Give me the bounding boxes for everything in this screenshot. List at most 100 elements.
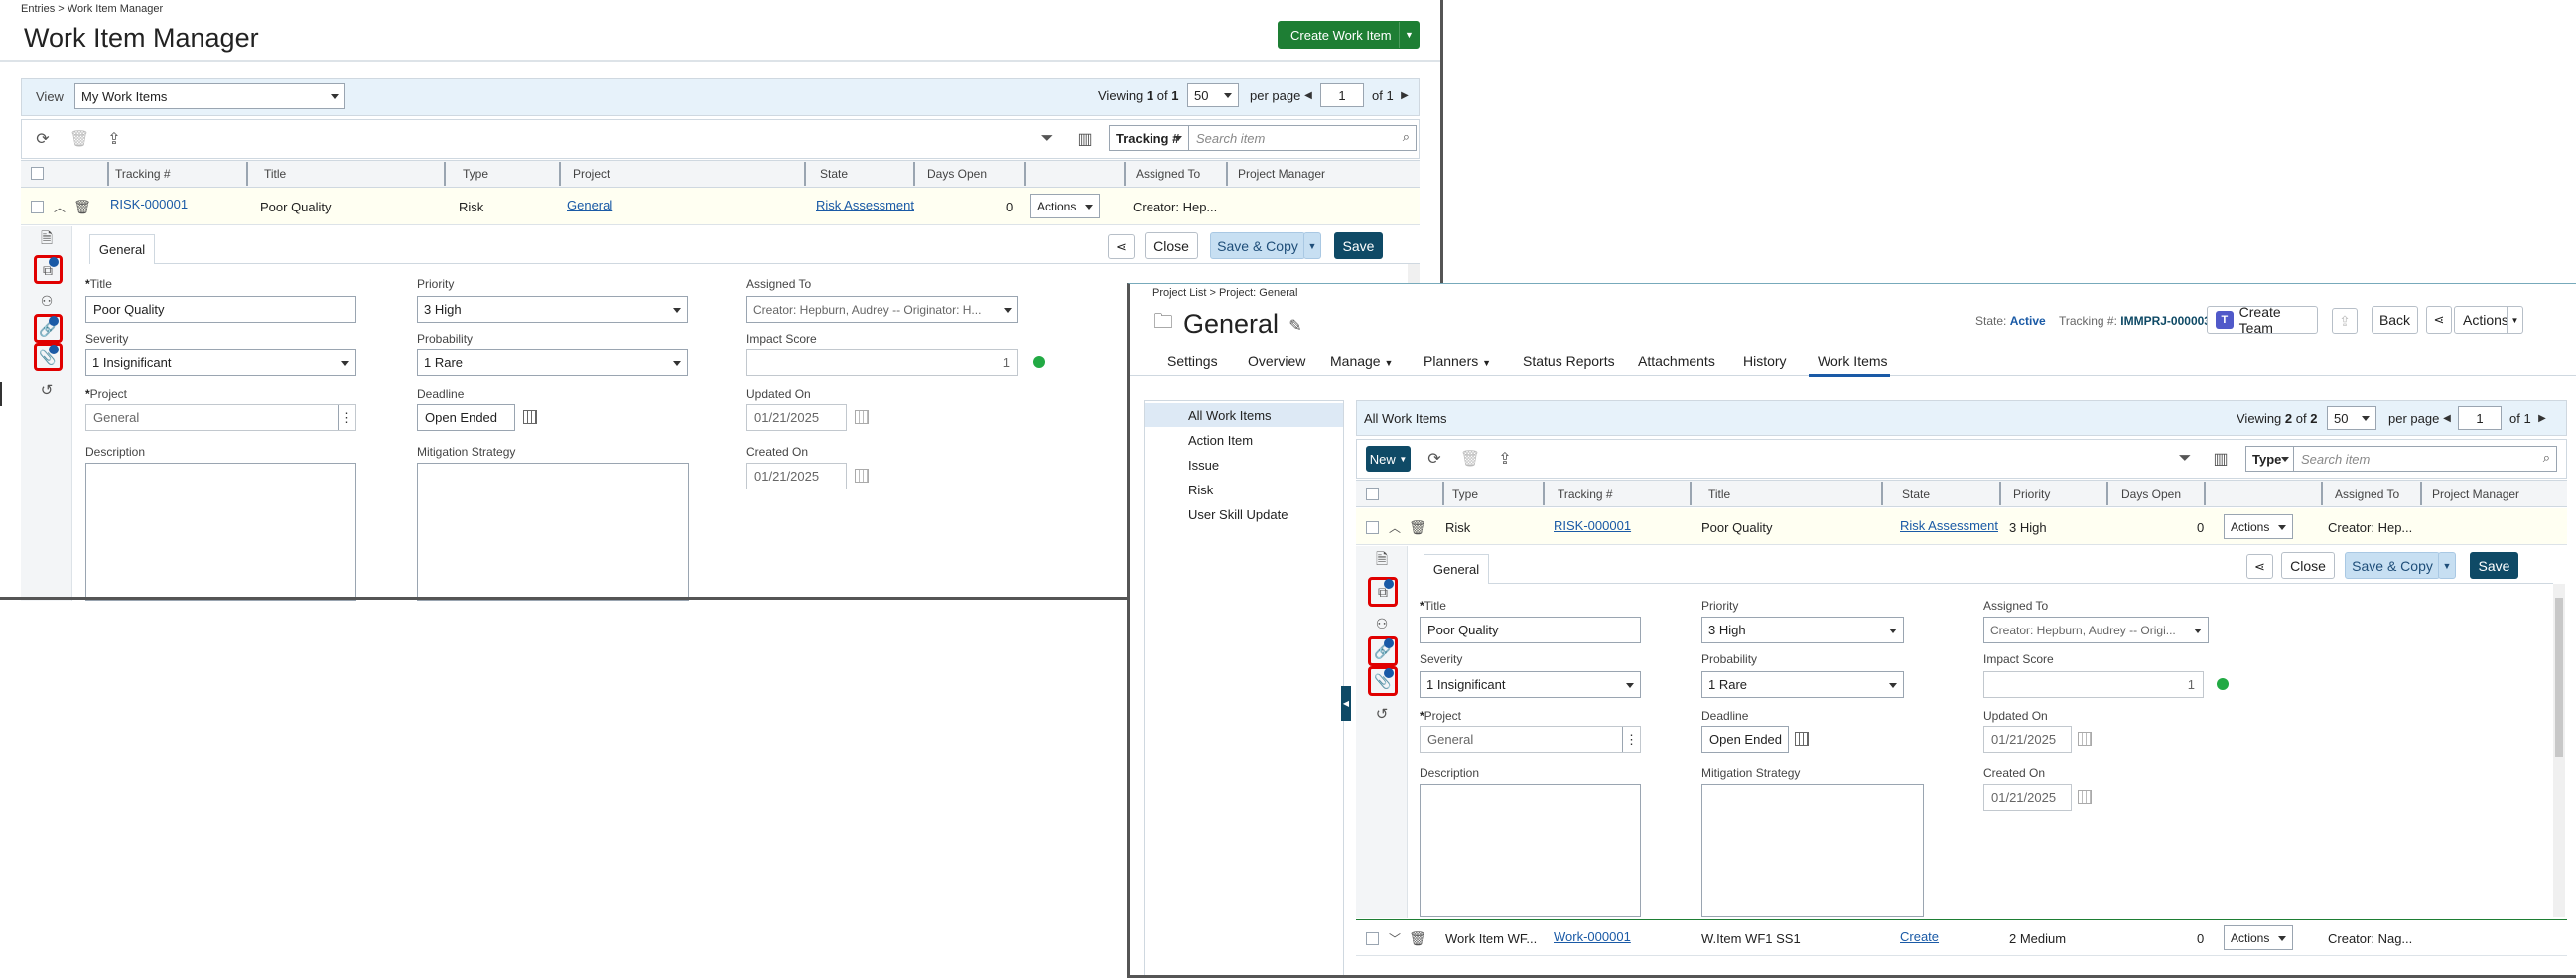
project-field[interactable]: General ⋮ xyxy=(85,404,356,431)
tab-attachments[interactable]: Attachments xyxy=(1638,353,1715,369)
assigned-select[interactable]: Creator: Hepburn, Audrey -- Origi... xyxy=(1983,617,2209,643)
column-separator[interactable] xyxy=(1124,162,1126,186)
breadcrumb[interactable]: Entries > Work Item Manager xyxy=(21,3,163,15)
more-options-icon[interactable]: ⋮ xyxy=(338,405,355,430)
column-separator[interactable] xyxy=(1543,482,1545,505)
scrollbar-thumb[interactable] xyxy=(2555,598,2563,757)
deadline-field[interactable]: Open Ended xyxy=(1701,726,1789,753)
actions-button[interactable]: Actions ▼ xyxy=(2454,306,2523,334)
delete-row-icon[interactable]: 🗑 xyxy=(1409,518,1426,536)
select-all-checkbox[interactable] xyxy=(1366,488,1379,500)
share-button[interactable]: ⋖ xyxy=(1108,234,1135,259)
mitigation-textarea[interactable] xyxy=(1701,784,1924,917)
row-actions-select[interactable]: Actions xyxy=(2224,925,2293,950)
tab-settings[interactable]: Settings xyxy=(1167,353,1218,369)
search-input[interactable]: Search item ⌕ xyxy=(1188,125,1417,151)
column-header-type[interactable]: Type xyxy=(463,167,488,181)
delete-icon[interactable]: 🗑 xyxy=(1460,449,1480,469)
row-checkbox[interactable] xyxy=(1366,521,1379,534)
next-page-icon[interactable]: ▶ xyxy=(1400,86,1410,104)
per-page-select[interactable]: 50 xyxy=(2327,406,2376,430)
state-link[interactable]: Risk Assessment xyxy=(1900,518,1998,533)
create-work-item-button[interactable]: Create Work Item ▼ xyxy=(1278,21,1420,49)
column-separator[interactable] xyxy=(1999,482,2001,505)
history-icon[interactable]: ↺ xyxy=(1373,704,1391,724)
filter-icon[interactable]: ⏷ xyxy=(1037,129,1057,149)
column-separator[interactable] xyxy=(913,162,915,186)
document-icon[interactable]: 🗎 xyxy=(38,230,56,250)
history-icon[interactable]: ↺ xyxy=(38,380,56,400)
column-separator[interactable] xyxy=(1024,162,1026,186)
next-page-icon[interactable]: ▶ xyxy=(2537,409,2547,427)
state-link[interactable]: Risk Assessment xyxy=(816,198,914,212)
users-icon[interactable]: ⚇ xyxy=(1373,614,1391,633)
column-header-title[interactable]: Title xyxy=(1708,488,1730,501)
nav-item-risk[interactable]: Risk xyxy=(1188,483,1213,497)
description-textarea[interactable] xyxy=(1420,784,1641,917)
tracking-link[interactable]: RISK-000001 xyxy=(1554,518,1631,533)
columns-icon[interactable]: ▥ xyxy=(2211,449,2231,469)
save-copy-button[interactable]: Save & Copy xyxy=(1210,232,1305,259)
save-copy-dropdown[interactable]: ▼ xyxy=(2438,552,2456,579)
tracking-link[interactable]: Work-000001 xyxy=(1554,929,1631,944)
title-field[interactable]: Poor Quality xyxy=(1420,617,1641,643)
tab-overview[interactable]: Overview xyxy=(1248,353,1305,369)
prev-page-icon[interactable]: ◀ xyxy=(1303,86,1313,104)
delete-row-icon[interactable]: 🗑 xyxy=(1409,929,1426,947)
search-field-select[interactable]: Type xyxy=(2245,446,2293,472)
share-button[interactable]: ⋖ xyxy=(2426,306,2452,334)
save-button[interactable]: Save xyxy=(1334,232,1383,259)
project-field[interactable]: General ⋮ xyxy=(1420,726,1641,753)
column-header-project-manager[interactable]: Project Manager xyxy=(1238,167,1325,181)
column-header-project-manager[interactable]: Project Manager xyxy=(2432,488,2519,501)
page-input[interactable]: 1 xyxy=(1320,83,1364,107)
column-header-priority[interactable]: Priority xyxy=(2013,488,2050,501)
title-field[interactable]: Poor Quality xyxy=(85,296,356,323)
column-header-state[interactable]: State xyxy=(1902,488,1930,501)
select-all-checkbox[interactable] xyxy=(31,167,44,180)
calendar-icon[interactable] xyxy=(1795,732,1809,746)
filter-icon[interactable]: ⏷ xyxy=(2175,449,2195,469)
nav-item-action-item[interactable]: Action Item xyxy=(1188,433,1253,448)
search-field-select[interactable]: Tracking # xyxy=(1109,125,1188,151)
tab-history[interactable]: History xyxy=(1743,353,1787,369)
column-header-tracking[interactable]: Tracking # xyxy=(1558,488,1613,501)
back-button[interactable]: Back xyxy=(2372,306,2418,334)
column-header-type[interactable]: Type xyxy=(1452,488,1478,501)
create-team-button[interactable]: T Create Team xyxy=(2207,304,2318,336)
column-separator[interactable] xyxy=(2204,482,2206,505)
tab-manage[interactable]: Manage ▼ xyxy=(1330,353,1393,369)
export-button[interactable]: ⇪ xyxy=(2332,308,2358,334)
project-link[interactable]: General xyxy=(567,198,612,212)
delete-icon[interactable]: 🗑 xyxy=(69,129,89,149)
column-separator[interactable] xyxy=(804,162,806,186)
chevron-down-icon[interactable]: ﹀ xyxy=(1388,930,1402,946)
mitigation-textarea[interactable] xyxy=(417,463,689,601)
column-separator[interactable] xyxy=(246,162,248,186)
row-checkbox[interactable] xyxy=(1366,932,1379,945)
view-select[interactable]: My Work Items xyxy=(74,83,345,109)
probability-select[interactable]: 1 Rare xyxy=(1701,671,1904,698)
scrollbar[interactable] xyxy=(2553,584,2565,917)
search-input[interactable]: Search item ⌕ xyxy=(2293,446,2557,472)
tab-status-reports[interactable]: Status Reports xyxy=(1523,353,1615,369)
close-button[interactable]: Close xyxy=(1145,232,1198,259)
state-link[interactable]: Create xyxy=(1900,929,1939,944)
column-header-title[interactable]: Title xyxy=(264,167,286,181)
column-header-days-open[interactable]: Days Open xyxy=(2121,488,2181,501)
column-header-state[interactable]: State xyxy=(820,167,848,181)
row-actions-select[interactable]: Actions xyxy=(1030,194,1100,218)
per-page-select[interactable]: 50 xyxy=(1187,83,1239,107)
users-icon[interactable]: ⚇ xyxy=(38,291,56,311)
edit-icon[interactable]: ✎ xyxy=(1287,316,1304,336)
nav-item-issue[interactable]: Issue xyxy=(1188,458,1219,473)
row-checkbox[interactable] xyxy=(31,201,44,213)
deadline-field[interactable]: Open Ended xyxy=(417,404,515,431)
breadcrumb[interactable]: Project List > Project: General xyxy=(1152,287,1297,299)
refresh-icon[interactable]: ⟳ xyxy=(1424,449,1444,469)
close-button[interactable]: Close xyxy=(2281,552,2335,579)
column-header-tracking[interactable]: Tracking # xyxy=(115,167,171,181)
nav-item-user-skill-update[interactable]: User Skill Update xyxy=(1188,507,1288,522)
column-separator[interactable] xyxy=(1226,162,1228,186)
columns-icon[interactable]: ▥ xyxy=(1075,129,1095,149)
